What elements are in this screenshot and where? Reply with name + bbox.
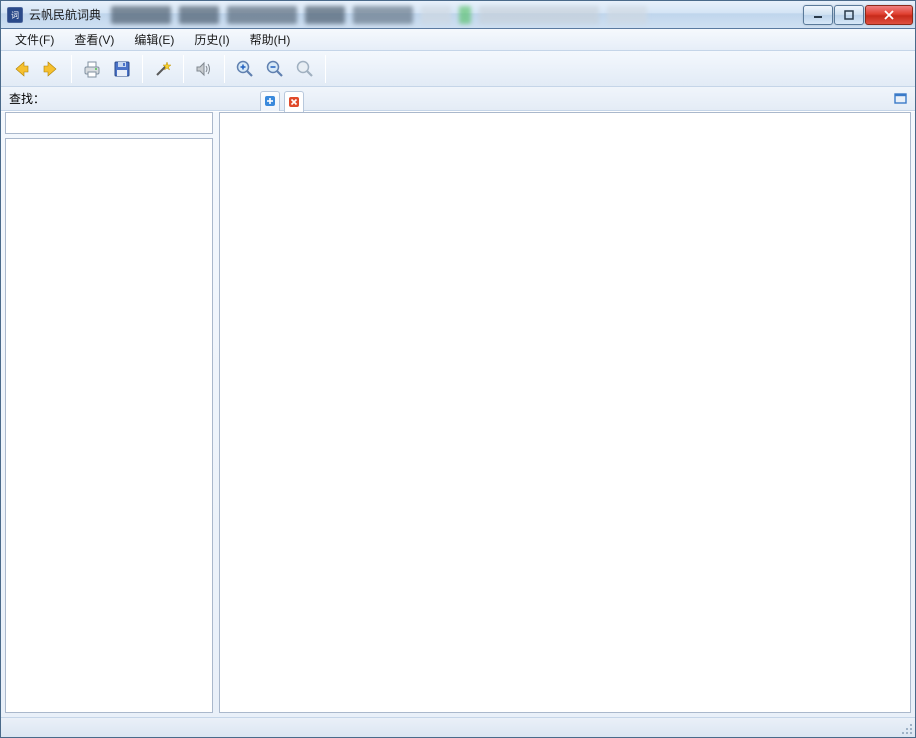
arrow-right-icon [40,58,62,80]
menu-history[interactable]: 历史(I) [184,29,239,50]
search-and-tab-strip: 查找： [1,87,915,111]
print-button[interactable] [78,55,106,83]
zoom-out-icon [264,58,286,80]
toolbar-separator [71,55,72,83]
results-list[interactable] [5,138,213,713]
add-tab-button[interactable] [260,91,280,111]
search-input[interactable] [5,112,213,134]
forward-button[interactable] [37,55,65,83]
search-column [5,112,213,713]
zoom-reset-button[interactable] [291,55,319,83]
minimize-button[interactable] [803,5,833,25]
client-area: 查找： [1,87,915,717]
save-button[interactable] [108,55,136,83]
back-button[interactable] [7,55,35,83]
arrow-left-icon [10,58,32,80]
window-title: 云帆民航词典 [29,6,101,23]
toolbar-separator [224,55,225,83]
menubar: 文件(F) 查看(V) 编辑(E) 历史(I) 帮助(H) [1,29,915,51]
svg-text:词: 词 [11,11,19,20]
plus-icon [264,95,276,107]
menu-edit[interactable]: 编辑(E) [124,29,184,50]
magnifier-icon [294,58,316,80]
toolbar-separator [325,55,326,83]
app-window: 词 云帆民航词典 文件(F) 查看(V) [0,0,916,738]
toolbar [1,51,915,87]
toolbar-separator [142,55,143,83]
resize-grip-icon[interactable] [899,721,913,735]
titlebar: 词 云帆民航词典 [1,1,915,29]
close-icon [288,96,300,108]
window-icon [893,91,909,107]
menu-file[interactable]: 文件(F) [5,29,64,50]
zoom-in-icon [234,58,256,80]
zoom-out-button[interactable] [261,55,289,83]
magic-wand-icon [152,58,174,80]
menu-help[interactable]: 帮助(H) [240,29,301,50]
background-tabs-blurred [111,6,802,24]
close-button[interactable] [865,5,913,25]
panes [1,111,915,717]
tabbar [260,87,304,111]
detach-window-button[interactable] [893,91,909,107]
content-pane[interactable] [219,112,911,713]
wand-button[interactable] [149,55,177,83]
close-tab-button[interactable] [284,91,304,112]
window-controls [802,5,913,25]
printer-icon [81,58,103,80]
statusbar [1,717,915,737]
search-label: 查找： [1,90,49,107]
toolbar-separator [183,55,184,83]
speaker-icon [193,58,215,80]
floppy-disk-icon [111,58,133,80]
maximize-button[interactable] [834,5,864,25]
app-icon: 词 [7,7,23,23]
zoom-in-button[interactable] [231,55,259,83]
sound-button[interactable] [190,55,218,83]
menu-view[interactable]: 查看(V) [64,29,124,50]
